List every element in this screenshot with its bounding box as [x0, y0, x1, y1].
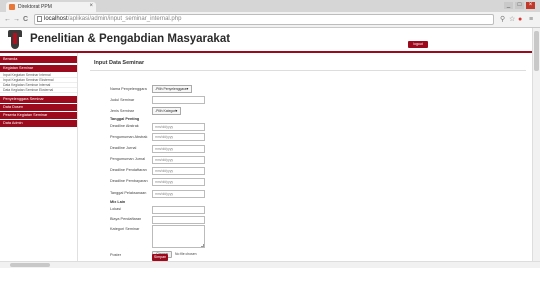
sidebar-item-data-dosen[interactable]: Data Dosen	[0, 104, 77, 111]
biaya-pendaftaran-label: Biaya Pendaftaran	[110, 217, 142, 221]
sidebar-item-data-admin[interactable]: Data Admin	[0, 120, 77, 127]
main-content: Input Data Seminar Nama Penyelenggara -P…	[84, 53, 528, 261]
chevron-down-icon: ▼	[174, 109, 178, 113]
vertical-scroll-thumb[interactable]	[534, 31, 539, 71]
chevron-down-icon: ▼	[185, 87, 189, 91]
kategori-seminar-textarea[interactable]	[152, 225, 205, 248]
deadline-jurnal-input[interactable]: mm/dd/yyyy	[152, 145, 205, 153]
tanggal-pelaksanaan-label: Tanggal Pelaksanaan	[110, 191, 147, 195]
page-title: Input Data Seminar	[94, 60, 145, 66]
title-divider	[90, 70, 526, 71]
page-bottom	[0, 268, 540, 294]
sidebar-item-penyelenggara[interactable]: Penyelenggara Seminar	[0, 96, 77, 103]
horizontal-scroll-thumb[interactable]	[10, 263, 50, 267]
favicon-icon	[9, 4, 15, 10]
sidebar-item-beranda[interactable]: Beranda	[0, 56, 77, 63]
resize-grip-icon[interactable]	[201, 244, 204, 247]
tab-title: Direktorat PPM	[18, 4, 52, 10]
site-header: Penelitian & Pengabdian Masyarakat logou…	[0, 28, 532, 51]
page-icon	[37, 16, 42, 22]
sidebar-item-kegiatan-seminar[interactable]: Kegiatan Seminar	[0, 65, 77, 72]
kategori-seminar-label: Kategori Seminar	[110, 227, 140, 231]
deadline-jurnal-label: Deadline Jurnal	[110, 146, 137, 150]
deadline-pendaftaran-label: Deadline Pendaftaran	[110, 168, 147, 172]
forward-arrow-icon[interactable]: →	[13, 15, 20, 24]
site-title: Penelitian & Pengabdian Masyarakat	[30, 33, 231, 45]
menu-icon[interactable]: ≡	[529, 15, 533, 24]
tanggal-penting-heading: Tanggal Penting	[110, 117, 140, 121]
bookmark-star-icon[interactable]: ☆	[509, 15, 515, 24]
judul-seminar-label: Judul Seminar	[110, 98, 135, 102]
logout-button[interactable]: logout	[408, 41, 428, 48]
jenis-seminar-select[interactable]: -Pilih Kategori- ▼	[152, 107, 181, 115]
browser-tab[interactable]: Direktorat PPM ×	[6, 2, 96, 12]
file-status-text: No file chosen	[175, 252, 197, 256]
browser-tab-bar: Direktorat PPM × _ □ ×	[0, 0, 540, 12]
jenis-seminar-label: Jenis Seminar	[110, 109, 135, 113]
minimize-button[interactable]: _	[504, 2, 513, 9]
horizontal-scrollbar[interactable]	[0, 261, 540, 268]
simpan-button[interactable]: Simpan	[152, 254, 168, 261]
deadline-abstrak-input[interactable]: mm/dd/yyyy	[152, 123, 205, 131]
window-close-button[interactable]: ×	[526, 2, 535, 9]
zoom-icon[interactable]: ⚲	[500, 15, 505, 24]
sidebar: Beranda Kegiatan Seminar Input Kegiatan …	[0, 53, 78, 261]
pengumuman-jurnal-input[interactable]: mm/dd/yyyy	[152, 156, 205, 164]
deadline-pembayaran-label: Deadline Pembayaran	[110, 179, 148, 183]
sidebar-item-data-eksternal[interactable]: Data Kegiatan Seminar Eksternal	[0, 88, 77, 93]
url-field[interactable]: localhost/aplikasi/admin/input_seminar_i…	[34, 14, 494, 25]
pengumuman-abstrak-input[interactable]: mm/dd/yyyy	[152, 133, 205, 141]
mix-lain-heading: Mix Lain	[110, 200, 126, 204]
nama-penyelenggara-label: Nama Penyelenggara	[110, 87, 147, 91]
tanggal-pelaksanaan-input[interactable]: mm/dd/yyyy	[152, 190, 205, 198]
back-arrow-icon[interactable]: ←	[4, 15, 11, 24]
university-logo-icon	[8, 30, 22, 49]
reload-icon[interactable]: C	[23, 15, 28, 24]
lokasi-label: Lokasi	[110, 207, 121, 211]
pengumuman-jurnal-label: Pengumuman Jurnal	[110, 157, 146, 161]
address-bar: ← → C localhost/aplikasi/admin/input_sem…	[0, 12, 540, 28]
url-host: localhost	[44, 16, 68, 22]
deadline-abstrak-label: Deadline Abstrak	[110, 124, 139, 128]
lokasi-input[interactable]	[152, 206, 205, 214]
poster-label: Poster	[110, 253, 121, 257]
pengumuman-abstrak-label: Pengumuman Abstrak	[110, 135, 148, 139]
vertical-scrollbar[interactable]	[532, 28, 540, 261]
extension-icon[interactable]: ●	[518, 15, 522, 24]
deadline-pembayaran-input[interactable]: mm/dd/yyyy	[152, 178, 205, 186]
nama-penyelenggara-select[interactable]: -Pilih Penyelenggara- ▼	[152, 85, 192, 93]
maximize-button[interactable]: □	[515, 2, 524, 9]
nama-penyelenggara-value: -Pilih Penyelenggara-	[155, 87, 188, 91]
url-path: /aplikasi/admin/input_seminar_internal.p…	[67, 16, 182, 22]
judul-seminar-input[interactable]	[152, 96, 205, 104]
biaya-pendaftaran-input[interactable]	[152, 216, 205, 224]
deadline-pendaftaran-input[interactable]: mm/dd/yyyy	[152, 167, 205, 175]
sidebar-item-peserta[interactable]: Peserta Kegiatan Seminar	[0, 112, 77, 119]
tab-close-icon[interactable]: ×	[89, 3, 93, 9]
